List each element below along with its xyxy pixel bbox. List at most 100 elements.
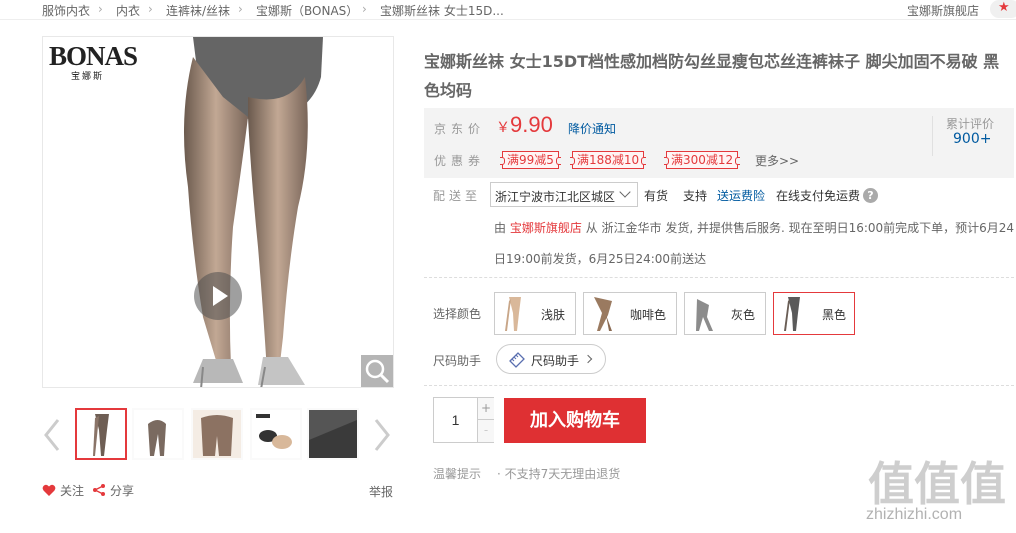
- support-label: 支持: [683, 189, 708, 203]
- breadcrumb-separator: ›: [98, 2, 103, 16]
- address-text: 浙江宁波市江北区城区: [495, 190, 616, 204]
- currency-symbol: ￥: [496, 120, 510, 136]
- thumbnail-next-button[interactable]: [372, 418, 392, 452]
- watermark-url: zhizhizhi.com: [866, 506, 963, 523]
- price-notify-link[interactable]: 降价通知: [568, 120, 616, 137]
- color-option[interactable]: 咖啡色: [583, 292, 677, 335]
- color-swatch-image: [687, 295, 723, 332]
- heart-icon: [42, 484, 56, 496]
- color-label: 选择颜色: [433, 307, 482, 321]
- thumbnail[interactable]: [75, 408, 127, 460]
- color-swatch-image: [776, 295, 812, 332]
- magnifier-icon: [365, 359, 390, 384]
- brand-logo: BONAS 宝娜斯: [49, 41, 138, 83]
- play-icon: [213, 286, 228, 306]
- shipping-info-line2: 日19:00前发货，6月25日24:00前送达: [494, 252, 707, 266]
- free-shipping-text: 在线支付免运费: [776, 189, 861, 203]
- color-option[interactable]: 灰色: [684, 292, 766, 335]
- share-icon: [93, 484, 105, 496]
- color-swatch-image: [497, 295, 533, 332]
- section-divider: [424, 385, 1014, 386]
- coupon-label: 优惠券: [434, 154, 486, 168]
- thumbnail-image: [193, 410, 241, 458]
- help-icon[interactable]: ?: [863, 188, 878, 203]
- star-icon: ★: [998, 0, 1010, 15]
- breadcrumb-separator: ›: [148, 2, 153, 16]
- thumbnail[interactable]: [307, 408, 359, 460]
- report-link[interactable]: 举报: [369, 483, 393, 500]
- color-swatch-image: [586, 295, 622, 332]
- product-photo: [184, 37, 323, 387]
- chevron-left-icon: [44, 419, 60, 451]
- color-option[interactable]: 浅肤: [494, 292, 576, 335]
- quantity-input[interactable]: [434, 398, 477, 442]
- shipping-info-prefix: 由: [494, 221, 507, 235]
- follow-label: 关注: [60, 483, 85, 498]
- address-selector[interactable]: 浙江宁波市江北区城区: [490, 182, 638, 207]
- price-box: 京东价 ￥9.90 降价通知 累计评价 900+ 优惠券 满99减5 满188减…: [424, 108, 1014, 178]
- coupon-tag[interactable]: 满99减5: [500, 151, 561, 169]
- coupon-tag[interactable]: 满300减12: [663, 151, 741, 169]
- stock-status: 有货: [644, 189, 669, 203]
- thumbnail-image: [77, 410, 125, 458]
- favorite-shop-button[interactable]: ★: [990, 0, 1016, 18]
- tips-label: 温馨提示: [433, 467, 482, 481]
- follow-button[interactable]: 关注: [42, 482, 84, 498]
- ruler-icon: [509, 352, 525, 368]
- quantity-plus-button[interactable]: +: [477, 398, 494, 420]
- chevron-right-icon: [583, 354, 593, 364]
- breadcrumb-item[interactable]: 内衣: [116, 2, 140, 19]
- breadcrumb-separator: ›: [362, 2, 367, 16]
- shipping-info: 由 宝娜斯旗舰店 从 浙江金华市 发货, 并提供售后服务. 现在至明日16:00…: [494, 213, 1016, 275]
- shop-link[interactable]: 宝娜斯旗舰店: [510, 221, 582, 235]
- more-coupons-link[interactable]: 更多>>: [755, 152, 799, 169]
- review-divider: [932, 116, 933, 156]
- price-value: ￥9.90: [496, 112, 553, 138]
- watermark-logo: 值值值: [868, 457, 1006, 511]
- share-label: 分享: [110, 483, 135, 498]
- price-number: 9.90: [510, 112, 553, 137]
- thumbnail[interactable]: [250, 408, 302, 460]
- thumbnail-image: [252, 410, 300, 458]
- shipping-info-line1: 从 浙江金华市 发货, 并提供售后服务. 现在至明日16:00前完成下单，预计6…: [585, 221, 1015, 235]
- add-to-cart-button[interactable]: 加入购物车: [504, 398, 646, 443]
- coupon-tag[interactable]: 满188减10: [569, 151, 647, 169]
- share-button[interactable]: 分享: [92, 482, 134, 498]
- breadcrumb-item[interactable]: 宝娜斯（BONAS）: [256, 2, 358, 19]
- breadcrumb-item[interactable]: 连裤袜/丝袜: [166, 2, 230, 19]
- color-option-selected[interactable]: 黑色: [773, 292, 855, 335]
- play-video-button[interactable]: [194, 272, 242, 320]
- thumbnail[interactable]: [132, 408, 184, 460]
- breadcrumb-item[interactable]: 服饰内衣: [42, 2, 90, 19]
- freight-insurance-link[interactable]: 送运费险: [717, 187, 765, 204]
- thumbnail-image: [134, 410, 182, 458]
- chevron-down-icon: [619, 186, 631, 198]
- size-label: 尺码助手: [433, 354, 482, 368]
- breadcrumb-current: 宝娜斯丝袜 女士15D...: [380, 4, 504, 18]
- quantity-minus-button[interactable]: -: [477, 420, 494, 442]
- product-title: 宝娜斯丝袜 女士15DT档性感加档防勾丝显瘦包芯丝连裤袜子 脚尖加固不易破 黑色…: [424, 52, 1000, 100]
- brand-logo-en: BONAS: [49, 41, 138, 71]
- tips-text: · 不支持7天无理由退货: [497, 467, 621, 481]
- size-helper-label: 尺码助手: [531, 354, 580, 368]
- review-label: 累计评价: [946, 117, 995, 131]
- color-option-label: 黑色: [822, 308, 847, 322]
- color-option-label: 灰色: [731, 308, 756, 322]
- section-divider: [424, 277, 1014, 278]
- breadcrumb: 服饰内衣 › 内衣 › 连裤袜/丝袜 › 宝娜斯（BONAS） › 宝娜斯丝袜 …: [0, 0, 1016, 20]
- breadcrumb-separator: ›: [238, 2, 243, 16]
- color-option-label: 浅肤: [541, 308, 566, 322]
- thumbnail-image: [309, 410, 357, 458]
- thumbnail-prev-button[interactable]: [42, 418, 62, 452]
- thumbnail[interactable]: [191, 408, 243, 460]
- size-helper-button[interactable]: 尺码助手: [496, 344, 606, 374]
- quantity-stepper: + -: [433, 397, 494, 443]
- shop-name-link[interactable]: 宝娜斯旗舰店: [907, 2, 979, 19]
- main-product-image[interactable]: BONAS 宝娜斯: [42, 36, 394, 388]
- review-count-link[interactable]: 900+: [953, 131, 991, 147]
- chevron-right-icon: [374, 419, 390, 451]
- price-label: 京东价: [434, 122, 486, 136]
- shipping-label: 配送至: [433, 189, 482, 203]
- site-watermark: 值值值 zhizhizhi.com: [862, 448, 1012, 528]
- zoom-button[interactable]: [361, 355, 393, 387]
